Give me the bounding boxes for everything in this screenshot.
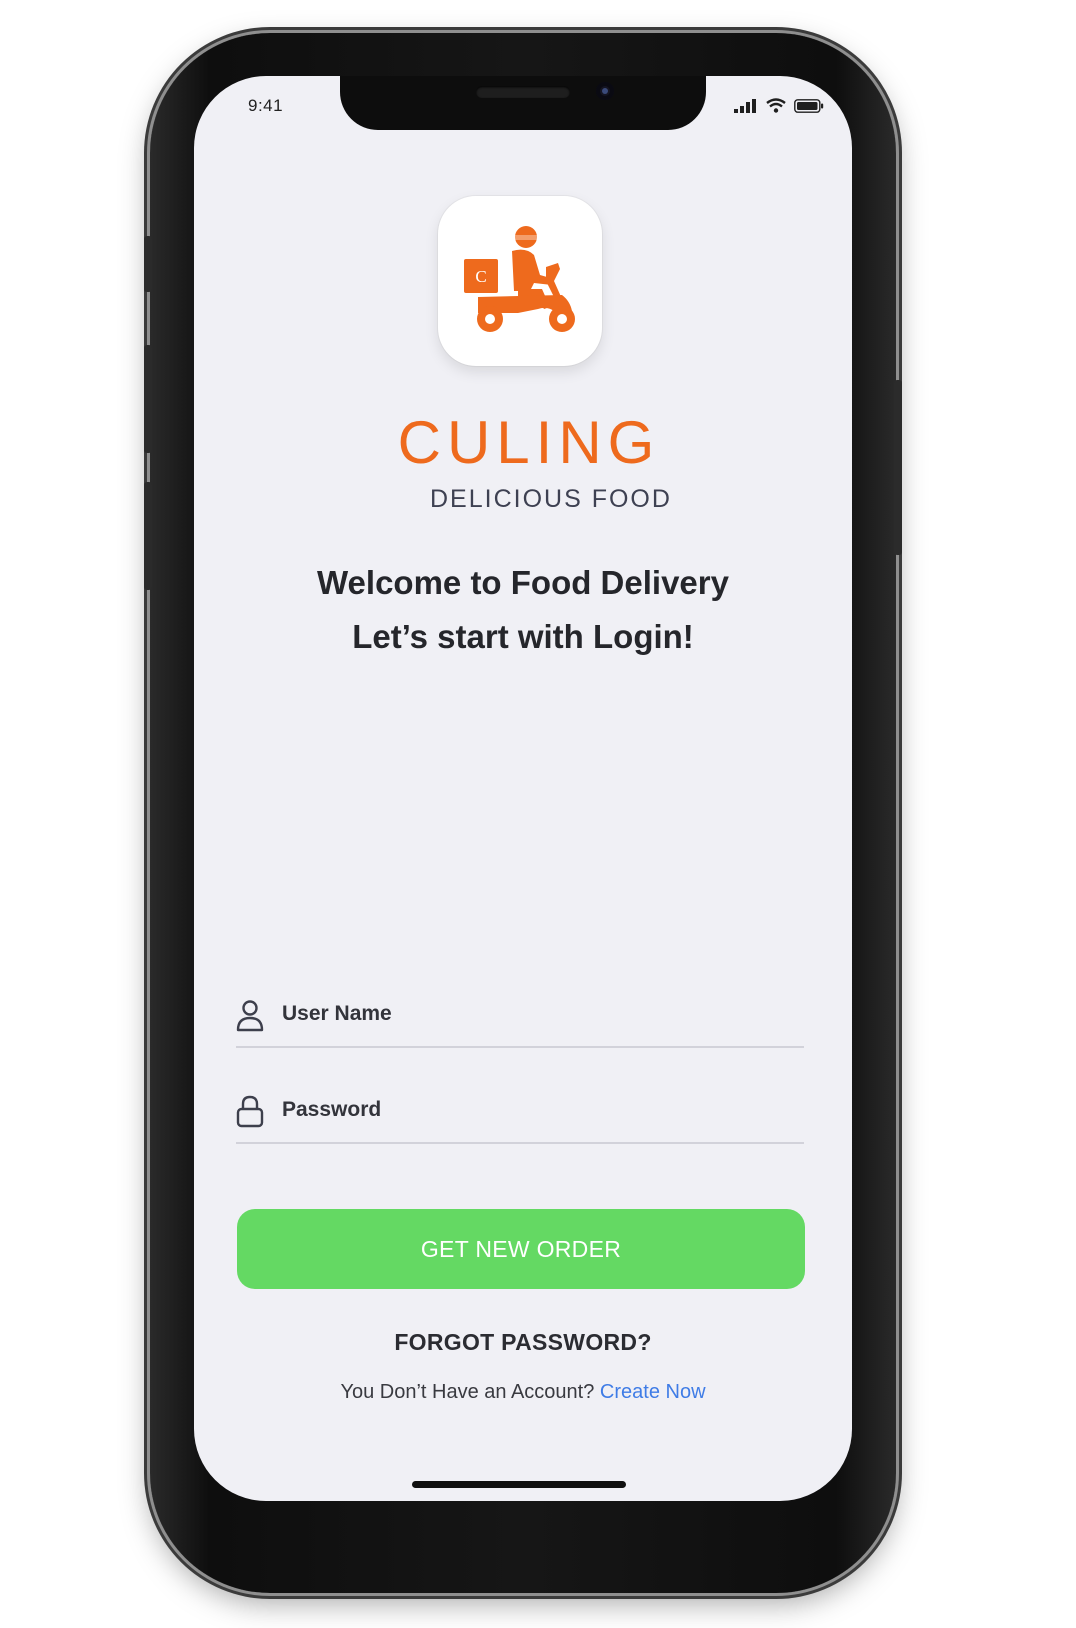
- volume-down-button: [144, 482, 152, 590]
- wifi-icon: [766, 98, 786, 113]
- password-field[interactable]: Password: [236, 1092, 804, 1144]
- signup-prompt-text: You Don’t Have an Account?: [340, 1381, 595, 1403]
- app-logo: C: [438, 196, 602, 366]
- brand-name: CULING: [397, 409, 661, 476]
- power-button: [894, 380, 902, 555]
- earpiece-speaker: [476, 86, 570, 98]
- notch: [340, 76, 706, 130]
- mute-switch: [144, 236, 152, 292]
- password-placeholder[interactable]: Password: [282, 1092, 381, 1128]
- welcome-line-1: Welcome to Food Delivery: [317, 564, 729, 601]
- phone-screen: 9:41 C CULING DELICIOUS FOOD Welcome to …: [194, 76, 852, 1501]
- signup-prompt: You Don’t Have an Account? Create Now: [194, 1381, 852, 1404]
- home-indicator[interactable]: [412, 1481, 626, 1488]
- welcome-heading: Welcome to Food Delivery Let’s start wit…: [194, 556, 852, 664]
- lock-icon: [236, 1095, 264, 1128]
- get-new-order-button[interactable]: GET NEW ORDER: [237, 1209, 805, 1289]
- front-camera: [596, 82, 614, 100]
- welcome-line-2: Let’s start with Login!: [352, 618, 694, 655]
- box-badge-letter: C: [475, 267, 486, 286]
- battery-icon: [794, 99, 824, 113]
- status-time: 9:41: [248, 96, 284, 115]
- brand-tagline: DELICIOUS FOOD: [430, 485, 672, 513]
- create-now-link[interactable]: Create Now: [600, 1381, 706, 1403]
- signal-icon: [734, 99, 756, 113]
- volume-up-button: [144, 345, 152, 453]
- username-field[interactable]: User Name: [236, 996, 804, 1048]
- delivery-scooter-icon: C: [464, 226, 575, 332]
- status-icons: [734, 98, 824, 113]
- username-placeholder[interactable]: User Name: [282, 996, 392, 1032]
- forgot-password-link[interactable]: FORGOT PASSWORD?: [194, 1329, 852, 1356]
- user-icon: [236, 1000, 264, 1032]
